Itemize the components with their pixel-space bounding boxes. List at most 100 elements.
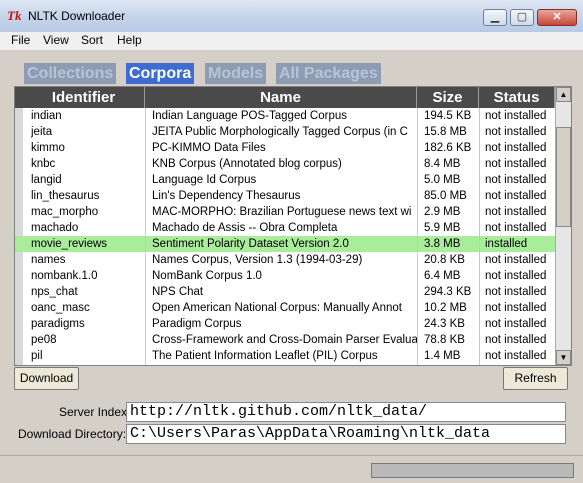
cell-status: not installed bbox=[485, 110, 547, 122]
tab-models[interactable]: Models bbox=[205, 63, 267, 84]
cell-status: not installed bbox=[485, 222, 547, 234]
cell-name: PC-KIMMO Data Files bbox=[152, 142, 266, 154]
column-divider bbox=[479, 108, 480, 365]
cell-status: not installed bbox=[485, 254, 547, 266]
cell-name: NPS Chat bbox=[152, 286, 204, 298]
download-button[interactable]: Download bbox=[14, 367, 79, 390]
cell-size: 2.9 MB bbox=[424, 206, 461, 218]
header-status[interactable]: Status bbox=[479, 87, 555, 108]
scroll-up-icon[interactable]: ▲ bbox=[556, 87, 571, 102]
cell-identifier: lin_thesaurus bbox=[31, 190, 100, 202]
header-identifier[interactable]: Identifier bbox=[23, 87, 145, 108]
cell-name: The Patient Information Leaflet (PIL) Co… bbox=[152, 350, 378, 362]
table-row[interactable]: names Names Corpus, Version 1.3 (1994-03-… bbox=[15, 252, 555, 268]
menu-file[interactable]: File bbox=[11, 33, 30, 47]
cell-status: not installed bbox=[485, 302, 547, 314]
cell-identifier: pe08 bbox=[31, 334, 57, 346]
cell-name: NomBank Corpus 1.0 bbox=[152, 270, 262, 282]
window-title: NLTK Downloader bbox=[28, 9, 126, 23]
cell-status: not installed bbox=[485, 286, 547, 298]
menu-sort[interactable]: Sort bbox=[81, 33, 103, 47]
cell-identifier: jeita bbox=[31, 126, 53, 138]
progress-bar bbox=[371, 463, 574, 478]
cell-size: 194.5 KB bbox=[424, 110, 472, 122]
header-size[interactable]: Size bbox=[417, 87, 479, 108]
cell-status: not installed bbox=[485, 270, 547, 282]
table-row[interactable]: nombank.1.0 NomBank Corpus 1.0 6.4 MB not i… bbox=[15, 268, 555, 284]
tab-all-packages[interactable]: All Packages bbox=[276, 63, 381, 84]
cell-size: 6.4 MB bbox=[424, 270, 461, 282]
menu-help[interactable]: Help bbox=[117, 33, 142, 47]
table-row[interactable]: nps_chat NPS Chat 294.3 KB not installed bbox=[15, 284, 555, 300]
server-index-field[interactable]: http://nltk.github.com/nltk_data/ bbox=[126, 402, 566, 422]
table-row[interactable]: machado Machado de Assis -- Obra Completa… bbox=[15, 220, 555, 236]
table-row[interactable]: mac_morpho MAC-MORPHO: Brazilian Portugue… bbox=[15, 204, 555, 220]
scroll-thumb[interactable] bbox=[556, 127, 571, 227]
cell-size: 182.6 KB bbox=[424, 142, 472, 154]
cell-identifier: kimmo bbox=[31, 142, 65, 154]
cell-status: installed bbox=[485, 238, 528, 250]
cell-name: Machado de Assis -- Obra Completa bbox=[152, 222, 338, 234]
download-directory-field[interactable]: C:\Users\Paras\AppData\Roaming\nltk_data bbox=[126, 424, 566, 444]
download-directory-label: Download Directory: bbox=[18, 427, 127, 441]
maximize-button[interactable]: ▢ bbox=[510, 9, 534, 26]
table-row[interactable]: oanc_masc Open American National Corpus: … bbox=[15, 300, 555, 316]
column-divider bbox=[417, 108, 418, 365]
cell-name: KNB Corpus (Annotated blog corpus) bbox=[152, 158, 342, 170]
cell-status: not installed bbox=[485, 174, 547, 186]
server-index-label: Server Index: bbox=[59, 405, 131, 419]
cell-status: not installed bbox=[485, 158, 547, 170]
table-row[interactable]: movie_reviews Sentiment Polarity Dataset … bbox=[15, 236, 555, 252]
table-row[interactable]: pe08 Cross-Framework and Cross-Domain Par… bbox=[15, 332, 555, 348]
tab-corpora[interactable]: Corpora bbox=[126, 63, 195, 84]
cell-status: not installed bbox=[485, 334, 547, 346]
cell-identifier: mac_morpho bbox=[31, 206, 99, 218]
title-bar[interactable]: Tk NLTK Downloader ▁ ▢ ✕ bbox=[0, 0, 583, 33]
cell-name: JEITA Public Morphologically Tagged Corp… bbox=[152, 126, 408, 138]
cell-identifier: oanc_masc bbox=[31, 302, 90, 314]
tab-collections[interactable]: Collections bbox=[24, 63, 117, 84]
cell-name: Paradigm Corpus bbox=[152, 318, 242, 330]
cell-name: Indian Language POS-Tagged Corpus bbox=[152, 110, 348, 122]
cell-identifier: indian bbox=[31, 110, 62, 122]
cell-name: Lin's Dependency Thesaurus bbox=[152, 190, 301, 202]
scroll-down-icon[interactable]: ▼ bbox=[556, 350, 571, 365]
cell-status: not installed bbox=[485, 350, 547, 362]
table-row[interactable]: paradigms Paradigm Corpus 24.3 KB not insta… bbox=[15, 316, 555, 332]
cell-identifier: names bbox=[31, 254, 66, 266]
cell-status: not installed bbox=[485, 190, 547, 202]
cell-size: 20.8 KB bbox=[424, 254, 465, 266]
table-row[interactable]: langid Language Id Corpus 5.0 MB not instal… bbox=[15, 172, 555, 188]
header-name[interactable]: Name bbox=[145, 87, 417, 108]
vertical-scrollbar[interactable]: ▲ ▼ bbox=[555, 87, 571, 365]
cell-size: 5.9 MB bbox=[424, 222, 461, 234]
cell-identifier: paradigms bbox=[31, 318, 85, 330]
app-window: Tk NLTK Downloader ▁ ▢ ✕ File View Sort … bbox=[0, 0, 583, 483]
refresh-button[interactable]: Refresh bbox=[503, 367, 568, 390]
cell-name: Names Corpus, Version 1.3 (1994-03-29) bbox=[152, 254, 363, 266]
cell-size: 5.0 MB bbox=[424, 174, 461, 186]
cell-status: not installed bbox=[485, 142, 547, 154]
cell-identifier: nps_chat bbox=[31, 286, 78, 298]
minimize-button[interactable]: ▁ bbox=[483, 9, 507, 26]
cell-size: 15.8 MB bbox=[424, 126, 467, 138]
cell-name: Cross-Framework and Cross-Domain Parser … bbox=[152, 334, 417, 346]
cell-status: not installed bbox=[485, 206, 547, 218]
cell-size: 24.3 KB bbox=[424, 318, 465, 330]
cell-identifier: pil bbox=[31, 350, 43, 362]
menu-bar: File View Sort Help bbox=[0, 32, 583, 50]
table-row[interactable]: jeita JEITA Public Morphologically Tagged… bbox=[15, 124, 555, 140]
cell-identifier: nombank.1.0 bbox=[31, 270, 98, 282]
table-row[interactable]: kimmo PC-KIMMO Data Files 182.6 KB not inst… bbox=[15, 140, 555, 156]
cell-name: Language Id Corpus bbox=[152, 174, 257, 186]
table-row[interactable]: knbc KNB Corpus (Annotated blog corpus) 8.… bbox=[15, 156, 555, 172]
table-row[interactable]: lin_thesaurus Lin's Dependency Thesaurus 8… bbox=[15, 188, 555, 204]
table-header: Identifier Name Size Status bbox=[15, 87, 571, 108]
close-button[interactable]: ✕ bbox=[537, 9, 577, 26]
table-row[interactable]: indian Indian Language POS-Tagged Corpus 1… bbox=[15, 108, 555, 124]
cell-size: 8.4 MB bbox=[424, 158, 461, 170]
cell-size: 3.8 MB bbox=[424, 238, 461, 250]
menu-view[interactable]: View bbox=[43, 33, 69, 47]
table-row[interactable]: pil The Patient Information Leaflet (PIL)… bbox=[15, 348, 555, 364]
cell-name: MAC-MORPHO: Brazilian Portuguese news te… bbox=[152, 206, 412, 218]
